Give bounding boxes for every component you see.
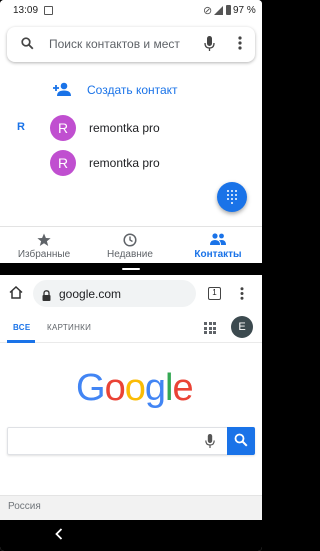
footer-region: Россия (8, 501, 41, 512)
google-logo: Google (76, 367, 194, 409)
status-time: 13:09 (13, 5, 39, 16)
url-text[interactable]: google.com (59, 287, 121, 301)
battery-percent: 97 % (233, 5, 256, 16)
nav-label: Недавние (107, 249, 153, 260)
nav-label: Контакты (194, 249, 242, 260)
system-navigation-bar (0, 520, 262, 551)
signal-icon (214, 6, 223, 15)
address-bar[interactable]: google.com (33, 280, 196, 307)
browser-toolbar: google.com 1 (0, 275, 262, 313)
section-letter: R (17, 121, 25, 133)
nav-contacts[interactable]: Контакты (178, 233, 258, 260)
google-search-button[interactable] (227, 427, 255, 455)
browser-window: google.com 1 ВСЕ КАРТИНКИ E Google Росси… (0, 275, 262, 520)
tab-images[interactable]: КАРТИНКИ (47, 323, 91, 332)
screen: 13:09 ⊘ 97 % Поиск контактов и мест Созд… (0, 0, 262, 551)
nav-label: Избранные (17, 249, 71, 260)
star-icon (4, 233, 84, 247)
tab-all[interactable]: ВСЕ (13, 323, 31, 332)
bottom-navigation: Избранные Недавние Контакты (0, 226, 262, 263)
create-contact-label: Создать контакт (87, 83, 178, 97)
image-notification-icon (44, 6, 53, 15)
lock-icon[interactable] (42, 288, 51, 306)
nav-favorites[interactable]: Избранные (4, 233, 84, 260)
wifi-off-icon: ⊘ (203, 5, 213, 17)
avatar: R (50, 115, 76, 141)
search-icon (234, 433, 248, 452)
nav-recent[interactable]: Недавние (90, 233, 170, 260)
home-icon[interactable] (9, 285, 23, 304)
contact-item[interactable]: R remontka pro (50, 115, 200, 141)
mic-icon[interactable] (204, 36, 215, 57)
dialpad-icon (227, 190, 237, 204)
battery-icon (226, 5, 231, 15)
avatar: R (50, 150, 76, 176)
contacts-search-input[interactable]: Поиск контактов и мест (49, 37, 180, 51)
search-icon[interactable] (21, 37, 34, 55)
google-apps-icon[interactable] (204, 322, 216, 334)
google-search-input[interactable] (7, 427, 255, 455)
contacts-search-bar[interactable]: Поиск контактов и мест (7, 27, 255, 62)
people-icon (178, 233, 258, 247)
more-options-icon[interactable] (238, 36, 242, 50)
create-contact-button[interactable]: Создать контакт (50, 80, 210, 100)
status-bar: 13:09 ⊘ 97 % (0, 0, 262, 22)
browser-menu-icon[interactable] (240, 287, 244, 300)
contact-name: remontka pro (89, 156, 160, 170)
contact-name: remontka pro (89, 121, 160, 135)
dialpad-button[interactable] (217, 182, 247, 212)
account-avatar[interactable]: E (231, 316, 253, 338)
split-screen-divider[interactable] (0, 263, 262, 275)
contact-item[interactable]: R remontka pro (50, 150, 200, 176)
active-tab-indicator (7, 340, 35, 343)
divider-handle[interactable] (122, 268, 140, 270)
google-tabs: ВСЕ КАРТИНКИ (0, 313, 262, 343)
add-person-icon (53, 82, 71, 101)
back-icon[interactable] (55, 528, 63, 543)
tab-switcher-button[interactable]: 1 (208, 287, 221, 300)
google-footer: Россия (0, 495, 262, 520)
clock-icon (90, 233, 170, 247)
voice-search-icon[interactable] (205, 434, 215, 454)
